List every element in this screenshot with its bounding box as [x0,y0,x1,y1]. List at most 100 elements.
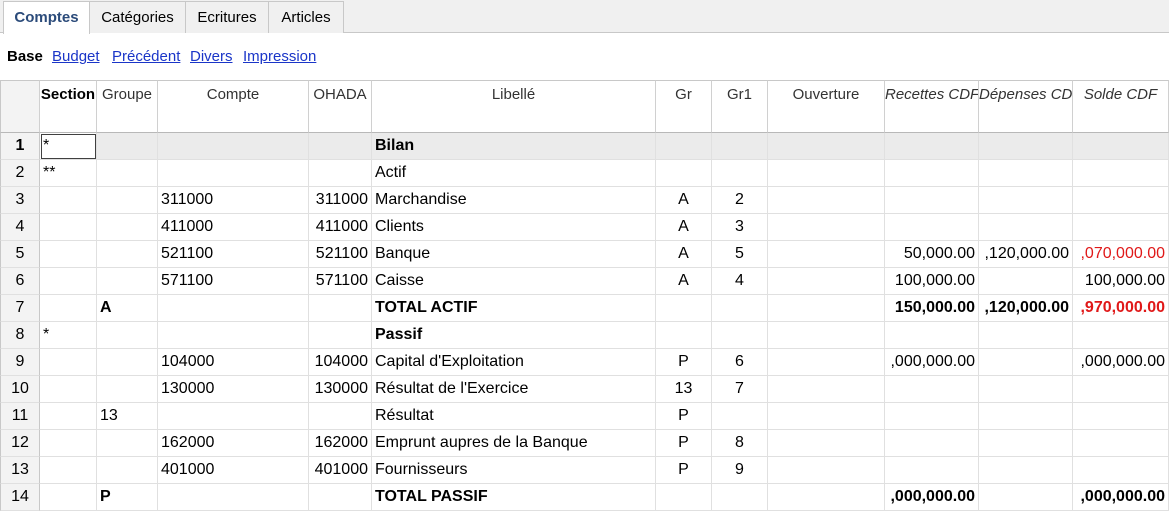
row-number[interactable]: 9 [0,349,40,376]
view-impression-link[interactable]: Impression [243,46,316,68]
column-header-solde[interactable]: Solde CDF [1073,80,1169,133]
cell-libelle[interactable]: Résultat [372,403,656,430]
cell-ohada[interactable]: 521100 [309,241,372,268]
cell-ouverture[interactable] [768,322,885,349]
cell-groupe[interactable]: A [97,295,158,322]
cell-gr[interactable]: P [656,457,712,484]
cell-gr1[interactable] [712,484,768,511]
cell-recettes[interactable]: ,000,000.00 [885,349,979,376]
cell-recettes[interactable] [885,322,979,349]
cell-gr[interactable] [656,160,712,187]
row-number[interactable]: 10 [0,376,40,403]
table-row[interactable]: 4 411000 411000 Clients A 3 [0,214,1169,241]
cell-groupe[interactable] [97,349,158,376]
tab-categories[interactable]: Catégories [89,1,186,33]
cell-libelle[interactable]: Banque [372,241,656,268]
cell-solde[interactable] [1073,133,1169,160]
cell-depenses[interactable] [979,322,1073,349]
cell-solde[interactable]: ,000,000.00 [1073,349,1169,376]
table-row[interactable]: 10 130000 130000 Résultat de l'Exercice 13 7 [0,376,1169,403]
cell-recettes[interactable] [885,430,979,457]
table-row[interactable]: 8 * Passif [0,322,1169,349]
column-header-recettes[interactable]: Recettes CDF [885,80,979,133]
cell-ouverture[interactable] [768,187,885,214]
row-number[interactable]: 4 [0,214,40,241]
cell-libelle[interactable]: Emprunt aupres de la Banque [372,430,656,457]
row-number[interactable]: 13 [0,457,40,484]
table-row[interactable]: 14 P TOTAL PASSIF ,000,000.00 ,000,000.00 [0,484,1169,511]
cell-gr[interactable]: P [656,403,712,430]
cell-libelle[interactable]: Capital d'Exploitation [372,349,656,376]
row-number[interactable]: 14 [0,484,40,511]
cell-gr[interactable] [656,133,712,160]
cell-gr1[interactable]: 6 [712,349,768,376]
cell-ohada[interactable]: 311000 [309,187,372,214]
cell-gr1[interactable]: 3 [712,214,768,241]
cell-section[interactable] [40,430,97,457]
column-header-gr1[interactable]: Gr1 [712,80,768,133]
row-number[interactable]: 2 [0,160,40,187]
cell-ouverture[interactable] [768,133,885,160]
cell-solde[interactable] [1073,160,1169,187]
cell-gr[interactable]: P [656,349,712,376]
cell-compte[interactable] [158,295,309,322]
tab-comptes[interactable]: Comptes [3,1,90,34]
cell-ouverture[interactable] [768,241,885,268]
cell-ouverture[interactable] [768,349,885,376]
cell-compte[interactable] [158,133,309,160]
cell-ouverture[interactable] [768,268,885,295]
table-row[interactable]: 2 ** Actif [0,160,1169,187]
cell-groupe[interactable] [97,187,158,214]
cell-solde[interactable] [1073,457,1169,484]
row-number[interactable]: 6 [0,268,40,295]
table-row[interactable]: 11 13 Résultat P [0,403,1169,430]
cell-gr[interactable]: P [656,430,712,457]
cell-depenses[interactable] [979,187,1073,214]
column-header-compte[interactable]: Compte [158,80,309,133]
cell-libelle[interactable]: Marchandise [372,187,656,214]
cell-solde[interactable] [1073,430,1169,457]
cell-depenses[interactable] [979,268,1073,295]
cell-compte[interactable]: 571100 [158,268,309,295]
cell-recettes[interactable] [885,214,979,241]
cell-recettes[interactable]: 100,000.00 [885,268,979,295]
cell-ohada[interactable] [309,403,372,430]
cell-section[interactable]: ** [40,160,97,187]
cell-gr1[interactable]: 5 [712,241,768,268]
cell-gr1[interactable]: 8 [712,430,768,457]
cell-solde[interactable] [1073,322,1169,349]
cell-depenses[interactable] [979,376,1073,403]
cell-compte[interactable] [158,160,309,187]
cell-ouverture[interactable] [768,376,885,403]
cell-ouverture[interactable] [768,295,885,322]
cell-gr[interactable]: 13 [656,376,712,403]
cell-gr[interactable] [656,295,712,322]
cell-gr1[interactable] [712,403,768,430]
cell-libelle[interactable]: Fournisseurs [372,457,656,484]
cell-compte[interactable]: 104000 [158,349,309,376]
cell-ohada[interactable]: 401000 [309,457,372,484]
cell-solde[interactable]: ,070,000.00 [1073,241,1169,268]
cell-section[interactable] [40,214,97,241]
view-base[interactable]: Base [7,46,43,68]
cell-ohada[interactable]: 411000 [309,214,372,241]
cell-groupe[interactable] [97,133,158,160]
cell-groupe[interactable]: 13 [97,403,158,430]
table-row[interactable]: 3 311000 311000 Marchandise A 2 [0,187,1169,214]
cell-libelle[interactable]: TOTAL ACTIF [372,295,656,322]
cell-ohada[interactable] [309,322,372,349]
cell-compte[interactable]: 162000 [158,430,309,457]
cell-depenses[interactable] [979,403,1073,430]
cell-depenses[interactable] [979,457,1073,484]
cell-solde[interactable] [1073,187,1169,214]
tab-ecritures[interactable]: Ecritures [185,1,269,33]
cell-groupe[interactable] [97,430,158,457]
cell-depenses[interactable] [979,214,1073,241]
cell-recettes[interactable] [885,187,979,214]
cell-gr1[interactable] [712,160,768,187]
cell-solde[interactable] [1073,403,1169,430]
column-header-libelle[interactable]: Libellé [372,80,656,133]
cell-section[interactable] [40,403,97,430]
cell-solde[interactable] [1073,376,1169,403]
cell-ohada[interactable]: 162000 [309,430,372,457]
